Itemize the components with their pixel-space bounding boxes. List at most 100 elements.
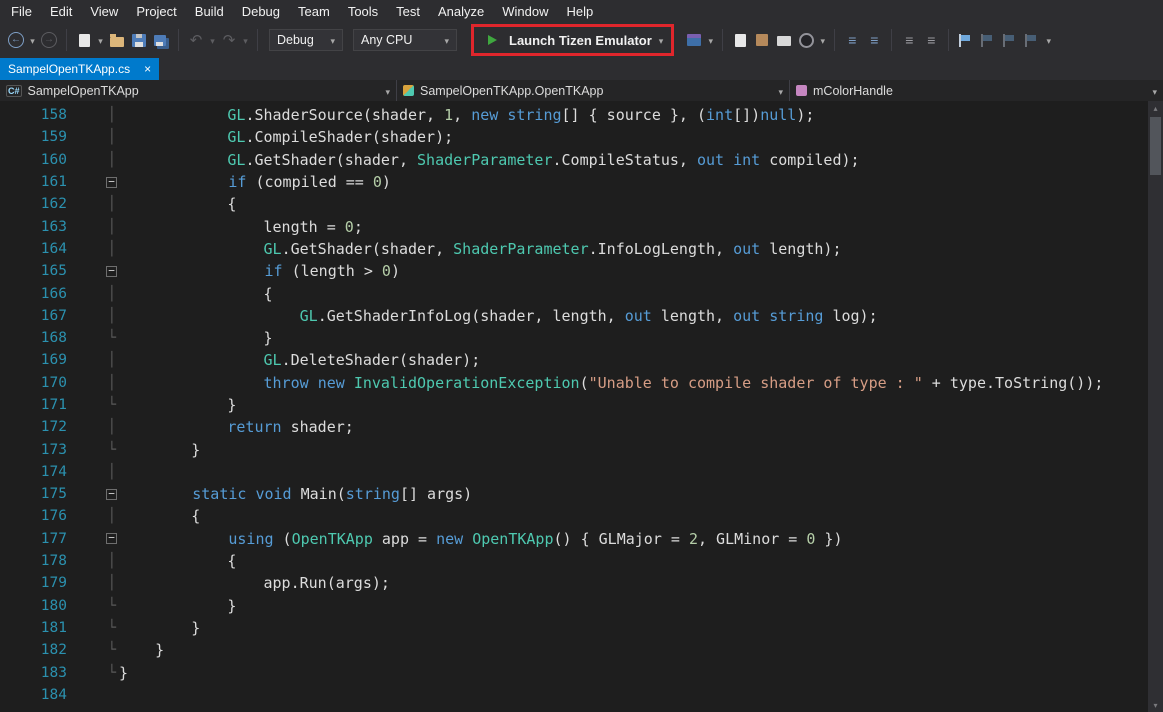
navigate-backward-button[interactable]	[6, 28, 26, 52]
chevron-down-icon	[821, 31, 826, 49]
code-line-176[interactable]: 176│ {	[0, 505, 1148, 527]
menu-item-help[interactable]: Help	[558, 2, 603, 21]
menu-item-window[interactable]: Window	[493, 2, 557, 21]
code-line-170[interactable]: 170│ throw new InvalidOperationException…	[0, 372, 1148, 394]
menu-item-project[interactable]: Project	[127, 2, 185, 21]
previous-bookmark-button[interactable]	[978, 28, 998, 52]
chevron-down-icon[interactable]	[659, 31, 664, 49]
toggle-bookmark-button[interactable]	[956, 28, 976, 52]
class-icon	[403, 85, 414, 96]
project-dropdown[interactable]: SampelOpenTKApp	[0, 80, 397, 101]
menu-item-team[interactable]: Team	[289, 2, 339, 21]
next-bookmark-button[interactable]	[1000, 28, 1020, 52]
code-line-162[interactable]: 162│ {	[0, 193, 1148, 215]
new-file-button[interactable]	[74, 28, 94, 52]
code-line-165[interactable]: 165− if (length > 0)	[0, 260, 1148, 282]
save-all-button[interactable]	[151, 28, 171, 52]
new-file-dropdown[interactable]	[96, 28, 105, 52]
code-line-166[interactable]: 166│ {	[0, 282, 1148, 304]
indent-decrease-button[interactable]	[842, 28, 862, 52]
chevron-down-icon	[1047, 31, 1052, 49]
code-text: GL.GetShader(shader, ShaderParameter.Inf…	[119, 240, 842, 258]
code-text: }	[119, 329, 273, 347]
chevron-down-icon	[210, 31, 215, 49]
code-line-173[interactable]: 173└ }	[0, 438, 1148, 460]
collapse-region-icon[interactable]: −	[106, 177, 117, 188]
uncomment-selection-button[interactable]	[921, 28, 941, 52]
vertical-scrollbar[interactable]	[1148, 101, 1163, 712]
attach-to-process-button[interactable]	[684, 28, 704, 52]
code-line-180[interactable]: 180└ }	[0, 595, 1148, 617]
code-line-183[interactable]: 183└}	[0, 661, 1148, 683]
navigate-forward-button[interactable]	[39, 28, 59, 52]
undo-dropdown[interactable]	[208, 28, 217, 52]
code-line-168[interactable]: 168└ }	[0, 327, 1148, 349]
code-line-158[interactable]: 158│ GL.ShaderSource(shader, 1, new stri…	[0, 104, 1148, 126]
solution-platform-dropdown[interactable]: Any CPU	[353, 29, 457, 51]
scroll-down-icon[interactable]	[1148, 698, 1163, 712]
code-line-182[interactable]: 182└ }	[0, 639, 1148, 661]
attach-dropdown[interactable]	[706, 28, 715, 52]
menu-item-analyze[interactable]: Analyze	[429, 2, 493, 21]
browser-dropdown[interactable]	[818, 28, 827, 52]
code-text: if (length > 0)	[120, 262, 400, 280]
close-icon[interactable]	[144, 63, 151, 75]
code-line-181[interactable]: 181└ }	[0, 617, 1148, 639]
code-line-172[interactable]: 172│ return shader;	[0, 416, 1148, 438]
code-line-163[interactable]: 163│ length = 0;	[0, 215, 1148, 237]
collapse-region-icon[interactable]: −	[106, 533, 117, 544]
launch-tizen-emulator-label[interactable]: Launch Tizen Emulator	[509, 33, 652, 48]
collapse-region-icon[interactable]: −	[106, 266, 117, 277]
navigation-history-dropdown[interactable]	[28, 28, 37, 52]
code-line-160[interactable]: 160│ GL.GetShader(shader, ShaderParamete…	[0, 149, 1148, 171]
new-item-button[interactable]	[730, 28, 750, 52]
code-line-174[interactable]: 174│	[0, 461, 1148, 483]
code-line-167[interactable]: 167│ GL.GetShaderInfoLog(shader, length,…	[0, 305, 1148, 327]
code-line-169[interactable]: 169│ GL.DeleteShader(shader);	[0, 349, 1148, 371]
collapse-region-icon[interactable]: −	[106, 489, 117, 500]
redo-dropdown[interactable]	[241, 28, 250, 52]
tab-sampelopentkapp-cs[interactable]: SampelOpenTKApp.cs	[0, 58, 159, 80]
code-line-184[interactable]: 184	[0, 684, 1148, 706]
code-line-161[interactable]: 161− if (compiled == 0)	[0, 171, 1148, 193]
open-folder-icon	[110, 37, 124, 47]
line-number: 168	[0, 330, 67, 346]
clear-bookmarks-button[interactable]	[1022, 28, 1042, 52]
code-line-175[interactable]: 175− static void Main(string[] args)	[0, 483, 1148, 505]
undo-button[interactable]	[186, 28, 206, 52]
code-line-171[interactable]: 171└ }	[0, 394, 1148, 416]
launch-tizen-emulator-button[interactable]	[482, 28, 502, 52]
code-editor[interactable]: 158│ GL.ShaderSource(shader, 1, new stri…	[0, 101, 1148, 712]
scroll-up-icon[interactable]	[1148, 101, 1163, 115]
menu-item-file[interactable]: File	[2, 2, 41, 21]
toolbar-overflow-dropdown[interactable]	[1044, 28, 1053, 52]
menu-item-view[interactable]: View	[81, 2, 127, 21]
redo-button[interactable]	[219, 28, 239, 52]
open-file-button[interactable]	[107, 28, 127, 52]
menu-item-edit[interactable]: Edit	[41, 2, 81, 21]
web-browser-button[interactable]	[796, 28, 816, 52]
menu-item-build[interactable]: Build	[186, 2, 233, 21]
code-line-178[interactable]: 178│ {	[0, 550, 1148, 572]
code-line-179[interactable]: 179│ app.Run(args);	[0, 572, 1148, 594]
menu-item-debug[interactable]: Debug	[233, 2, 289, 21]
member-dropdown[interactable]: mColorHandle	[790, 80, 1163, 101]
nuget-package-button[interactable]	[752, 28, 772, 52]
indent-increase-button[interactable]	[864, 28, 884, 52]
solution-configuration-dropdown[interactable]: Debug	[269, 29, 343, 51]
code-line-177[interactable]: 177− using (OpenTKApp app = new OpenTKAp…	[0, 528, 1148, 550]
save-button[interactable]	[129, 28, 149, 52]
line-number: 178	[0, 553, 67, 569]
line-number: 167	[0, 308, 67, 324]
globe-icon	[799, 33, 814, 48]
comment-selection-button[interactable]	[899, 28, 919, 52]
outline-guide: │	[105, 308, 119, 324]
code-line-164[interactable]: 164│ GL.GetShader(shader, ShaderParamete…	[0, 238, 1148, 260]
scrollbar-thumb[interactable]	[1150, 117, 1161, 175]
toolbar-separator	[891, 29, 892, 51]
menu-item-tools[interactable]: Tools	[339, 2, 387, 21]
mail-button[interactable]	[774, 28, 794, 52]
type-dropdown[interactable]: SampelOpenTKApp.OpenTKApp	[397, 80, 790, 101]
code-line-159[interactable]: 159│ GL.CompileShader(shader);	[0, 126, 1148, 148]
menu-item-test[interactable]: Test	[387, 2, 429, 21]
